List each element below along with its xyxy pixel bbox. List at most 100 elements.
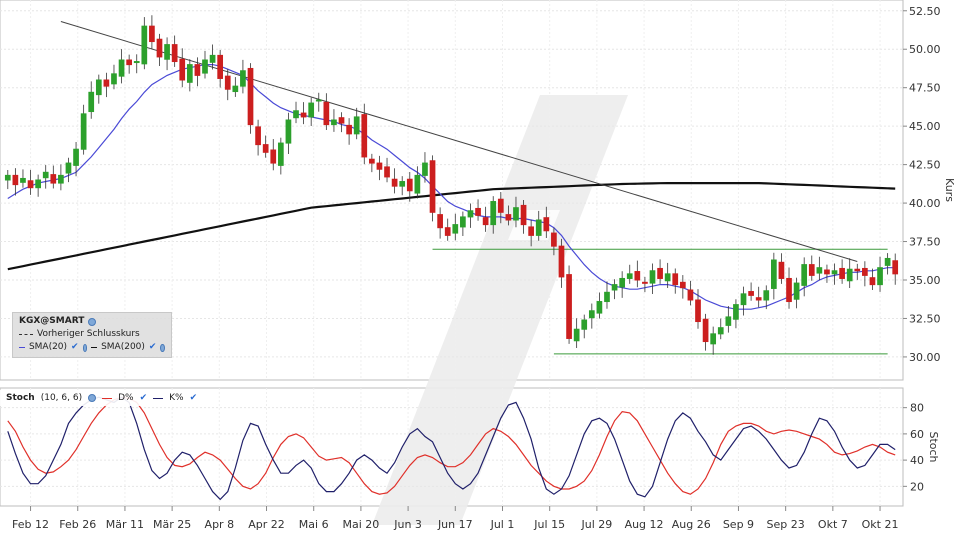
candle-body — [573, 328, 580, 342]
check-icon[interactable]: ✔ — [71, 341, 79, 354]
check-icon[interactable]: ✔ — [149, 341, 157, 354]
price-tick-label: 50.00 — [909, 43, 941, 56]
candle-body — [73, 148, 79, 166]
x-tick-label: Apr 22 — [248, 518, 285, 531]
candle-body — [315, 99, 322, 102]
candle-body — [262, 144, 269, 153]
candle-body — [808, 264, 815, 276]
candle-body — [399, 181, 406, 187]
x-tick-label: Mär 11 — [106, 518, 144, 531]
candle-body — [869, 277, 876, 286]
x-tick-label: Apr 8 — [205, 518, 235, 531]
candle-body — [558, 245, 565, 278]
candle-body — [217, 54, 224, 79]
candle-body — [619, 277, 626, 288]
candle-body — [801, 264, 808, 286]
candle-body — [42, 171, 49, 179]
candle-body — [460, 216, 466, 228]
x-tick-label: Mär 25 — [153, 518, 191, 531]
candle-body — [331, 119, 337, 126]
candle-body — [171, 44, 178, 63]
candle-body — [695, 299, 701, 323]
candle-body — [300, 112, 307, 118]
info-icon[interactable] — [88, 317, 97, 326]
candle-body — [816, 267, 823, 274]
candle-body — [604, 291, 610, 303]
x-tick-label: Jul 1 — [490, 518, 515, 531]
price-tick-label: 42.50 — [909, 159, 941, 172]
candle-body — [793, 282, 800, 300]
candle-body — [551, 232, 557, 247]
x-tick-label: Jul 29 — [580, 518, 612, 531]
d-swatch — [102, 397, 113, 399]
candle-body — [786, 277, 792, 303]
price-tick-label: 30.00 — [909, 351, 941, 364]
x-tick-label: Sep 23 — [767, 518, 805, 531]
candle-body — [490, 201, 497, 226]
check-icon[interactable]: ✔ — [190, 393, 198, 403]
price-tick-label: 37.50 — [909, 236, 941, 249]
candle-body — [202, 59, 208, 74]
legend-title: KGX@SMART — [19, 316, 85, 326]
candle-body — [232, 85, 239, 93]
candle-body — [596, 301, 603, 314]
x-tick-label: Jun 17 — [437, 518, 473, 531]
price-tick-label: 52.50 — [909, 5, 941, 18]
settings-icon[interactable] — [82, 343, 88, 352]
candle-body — [285, 119, 292, 144]
candle-body — [80, 113, 87, 150]
chart-svg: 52.50 50.00 47.50 45.00 42.50 40.00 37.50 35.00… — [0, 0, 956, 531]
candle-body — [839, 267, 845, 279]
candle-body — [528, 226, 534, 236]
candle-body — [376, 162, 383, 170]
candle-body — [687, 289, 694, 301]
candle-body — [679, 281, 686, 289]
candle-body — [209, 54, 216, 63]
candle-body — [35, 179, 41, 189]
candle-body — [179, 58, 186, 81]
candle-body — [346, 124, 352, 135]
stoch-params: (10, 6, 6) — [40, 393, 83, 403]
candle-body — [535, 219, 542, 236]
candle-body — [497, 198, 504, 213]
candle-body — [672, 273, 679, 286]
candle-body — [467, 210, 474, 218]
candle-body — [854, 268, 861, 272]
x-tick-label: Aug 12 — [625, 518, 664, 531]
candle-body — [186, 64, 193, 83]
candle-body — [611, 284, 618, 291]
candle-body — [717, 327, 724, 335]
candle-body — [475, 207, 481, 216]
candle-body — [194, 64, 201, 76]
settings-icon[interactable] — [160, 343, 166, 352]
sma20-swatch — [19, 347, 25, 348]
chart-stage: 52.50 50.00 47.50 45.00 42.50 40.00 37.50 35.00… — [0, 0, 960, 540]
candle-body — [118, 59, 125, 77]
check-icon[interactable]: ✔ — [140, 393, 148, 403]
legend-prev-close: Vorheriger Schlusskurs — [37, 329, 140, 339]
candle-body — [657, 267, 663, 279]
candle-body — [566, 274, 572, 339]
candle-body — [277, 142, 284, 166]
price-tick-label: 40.00 — [909, 197, 941, 210]
candle-body — [50, 174, 57, 184]
settings-icon[interactable] — [88, 394, 97, 402]
candle-body — [95, 79, 102, 96]
price-axis-title: Kurs — [943, 178, 956, 202]
candle-body — [452, 224, 459, 234]
candle-body — [846, 268, 853, 282]
candle-body — [255, 126, 261, 146]
prev-close-swatch — [19, 334, 33, 335]
candle-body — [4, 174, 11, 181]
candle-body — [778, 261, 785, 279]
candle-body — [391, 178, 398, 187]
x-tick-label: Aug 26 — [672, 518, 711, 531]
candle-body — [588, 310, 595, 319]
candle-body — [710, 333, 717, 345]
candle-body — [884, 257, 891, 266]
stoch-k-label: K% — [169, 393, 184, 403]
candle-body — [133, 61, 140, 64]
candle-body — [164, 44, 170, 60]
x-tick-label: Mai 6 — [299, 518, 329, 531]
x-tick-label: Feb 26 — [59, 518, 96, 531]
